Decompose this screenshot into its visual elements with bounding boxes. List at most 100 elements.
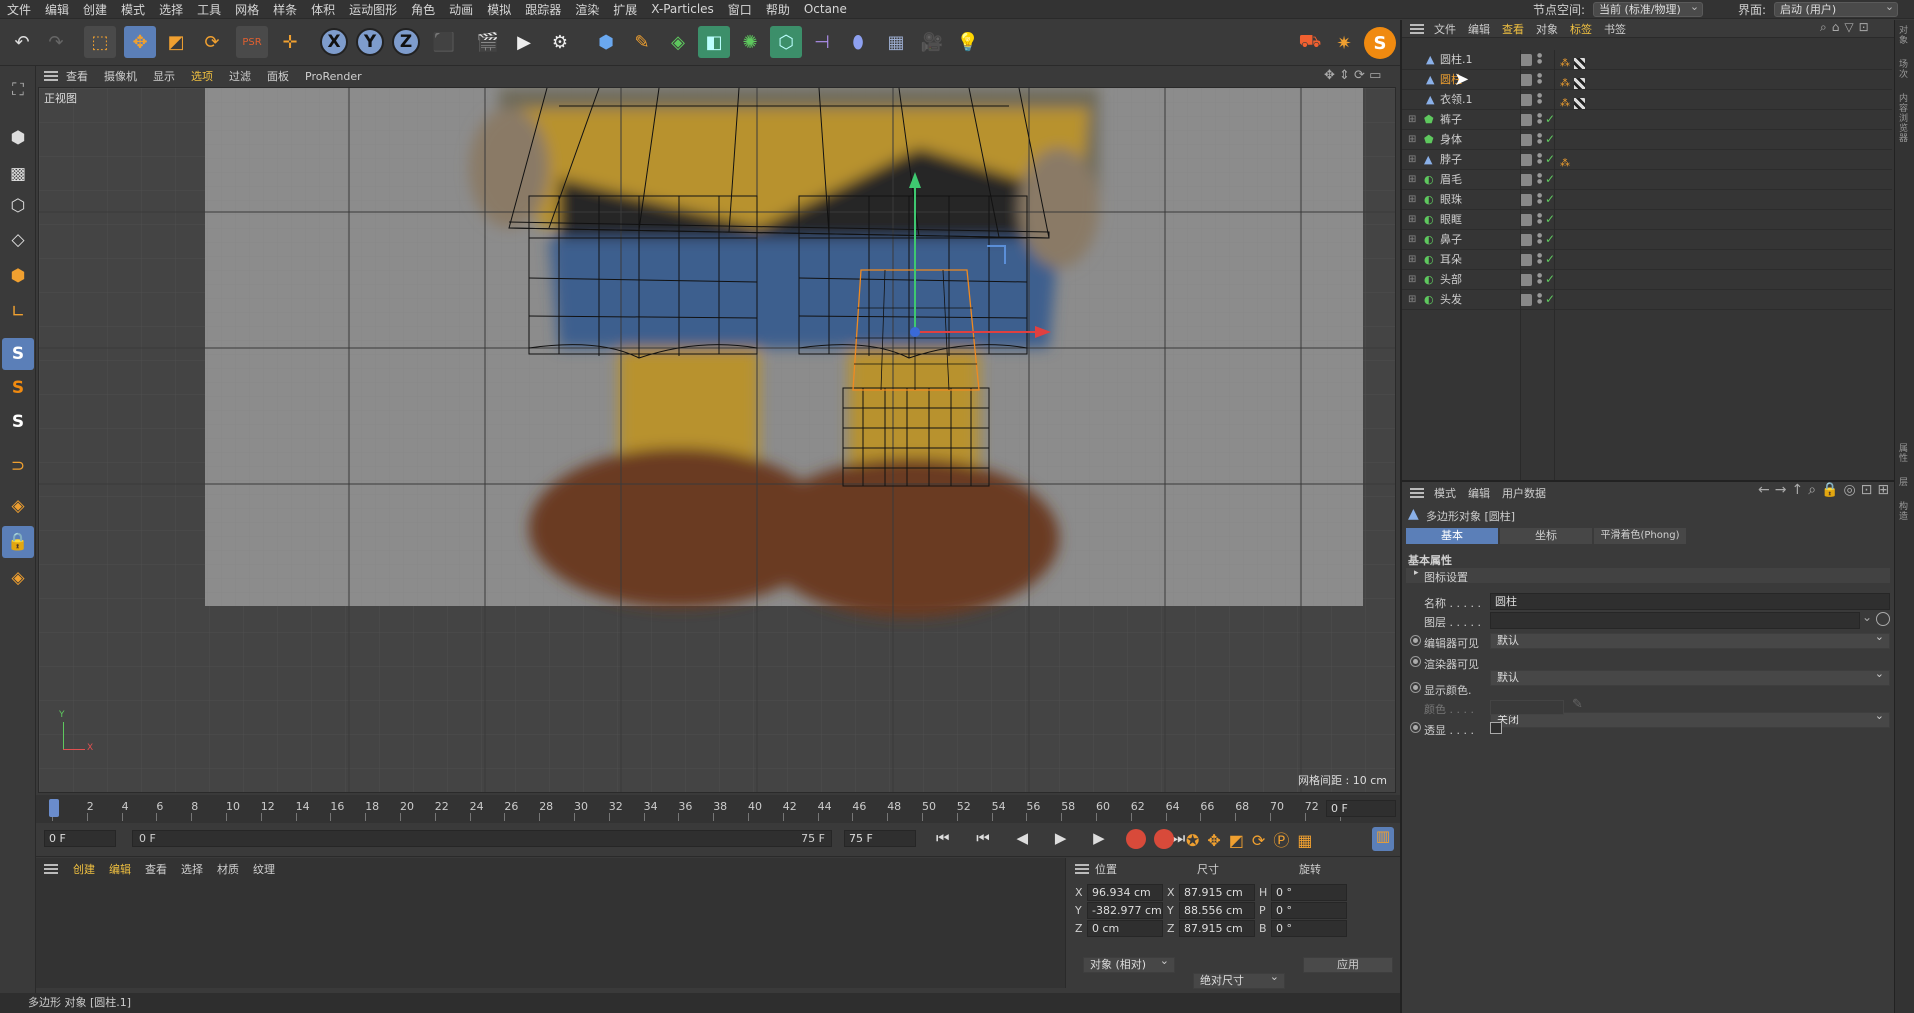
timeline-ruler[interactable]: 0246810121416182022242628303234363840424… [36,795,1400,823]
node-space-dropdown[interactable]: 当前 (标准/物理) [1593,0,1704,17]
visibility-dots-icon[interactable]: ● ● [1537,73,1543,87]
tab-basic[interactable]: 基本 [1406,528,1498,544]
rotation-field[interactable]: 0 ° [1271,920,1347,937]
workplane-icon[interactable]: ◈ [2,490,34,522]
layer-edit-icon[interactable] [1520,254,1532,266]
obj-menu-tags[interactable]: 标签 [1564,21,1598,37]
render-settings-icon[interactable]: ⚙ [544,26,576,58]
editor-visible-dropdown[interactable]: 默认 [1490,630,1890,649]
vp-menu-panel[interactable]: 面板 [259,68,297,84]
layout-dropdown[interactable]: 启动 (用户) [1774,0,1899,17]
vp-menu-prorender[interactable]: ProRender [297,70,370,83]
object-name[interactable]: 圆柱.1 [1440,50,1473,69]
end-frame-field[interactable]: 75 F [844,830,916,847]
object-row[interactable]: ⊞ ⬟ 身体 ● ● ✓ [1402,130,1892,150]
object-name[interactable]: 裤子 [1440,110,1462,129]
vp-menu-options[interactable]: 选项 [183,68,221,84]
position-field[interactable]: -382.977 cm [1087,902,1163,919]
vp-menu-camera[interactable]: 摄像机 [96,68,145,84]
menu-render[interactable]: 渲染 [568,1,606,18]
live-select-icon[interactable]: ⬚ [84,26,116,58]
start-frame-field[interactable]: 0 F [44,830,116,847]
deformer-icon[interactable]: ⊣ [806,26,838,58]
right-vertical-tab[interactable]: 层 [1899,478,1911,488]
object-name[interactable]: 头发 [1440,290,1462,309]
mograph-cloner-icon[interactable]: ✺ [734,26,766,58]
x-axis-lock-icon[interactable]: X [320,28,348,56]
object-name[interactable]: 头部 [1440,270,1462,289]
expand-toggle-icon[interactable]: ⊞ [1408,230,1416,249]
rotation-field[interactable]: 0 ° [1271,902,1347,919]
record-icon[interactable] [1126,829,1146,849]
undo-icon[interactable]: ↶ [6,26,38,58]
xray-anim-icon[interactable] [1410,722,1421,733]
object-row[interactable]: ⊞ ◐ 眼眶 ● ● ✓ [1402,210,1892,230]
frame-range-slider[interactable]: 0 F 75 F [132,830,832,847]
object-name[interactable]: 耳朵 [1440,250,1462,269]
polygons-mode-icon[interactable]: ⬢ [2,260,34,292]
y-axis-lock-icon[interactable]: Y [356,28,384,56]
object-name[interactable]: 衣领.1 [1440,90,1473,109]
z-axis-lock-icon[interactable]: Z [392,28,420,56]
array-icon[interactable]: ⬡ [770,26,802,58]
layer-edit-icon[interactable] [1520,134,1532,146]
visibility-dots-icon[interactable]: ● ● [1537,213,1543,227]
texture-tag-icon[interactable] [1573,57,1585,69]
keyframe-mode-icons[interactable]: ✪✥◩⟳Ⓟ▦ [1186,827,1320,851]
xray-checkbox[interactable] [1490,722,1502,734]
viewport-nav-icons[interactable]: ✥ ⇕ ⟳ ▭ [1324,68,1381,83]
lock-workplane-icon[interactable]: 🔒 [2,526,34,558]
eyedropper-icon[interactable]: ✎ [1572,697,1583,712]
object-name[interactable]: 眉毛 [1440,170,1462,189]
right-vertical-tab[interactable]: 属性 [1899,444,1911,464]
expand-toggle-icon[interactable]: ⊞ [1408,210,1416,229]
material-tag-icon[interactable]: ⁂ [1560,78,1570,89]
right-vertical-tab[interactable]: 构造 [1899,502,1911,522]
camera-icon[interactable]: 🎥 [916,26,948,58]
mat-menu-create[interactable]: 创建 [66,861,102,877]
color-swatch[interactable] [1490,700,1564,715]
visibility-dots-icon[interactable]: ● ● [1537,113,1543,127]
layer-edit-icon[interactable] [1520,234,1532,246]
object-row[interactable]: ⊞ ◐ 头发 ● ● ✓ [1402,290,1892,310]
tab-coordinates[interactable]: 坐标 [1500,528,1592,544]
object-row[interactable]: ⊞ ◐ 眉毛 ● ● ✓ [1402,170,1892,190]
menu-select[interactable]: 选择 [152,1,190,18]
mat-menu-texture[interactable]: 纹理 [246,861,282,877]
expand-toggle-icon[interactable]: ⊞ [1408,130,1416,149]
menu-help[interactable]: 帮助 [759,1,797,18]
layer-edit-icon[interactable] [1520,214,1532,226]
expand-toggle-icon[interactable]: ⊞ [1408,110,1416,129]
visibility-dots-icon[interactable]: ● ● [1537,233,1543,247]
model-mode-icon[interactable]: ⬢ [2,122,34,154]
light-icon[interactable]: 💡 [952,26,984,58]
object-name[interactable]: 眼眶 [1440,210,1462,229]
icon-settings-group[interactable]: ▸ 图标设置 [1406,568,1890,584]
layer-edit-icon[interactable] [1520,114,1532,126]
visibility-dots-icon[interactable]: ● ● [1537,133,1543,147]
octane-s-icon-2[interactable]: S [2,372,34,404]
edges-mode-icon[interactable]: ◇ [2,224,34,256]
viewport-menu-icon[interactable] [44,71,58,81]
layer-edit-icon[interactable] [1520,194,1532,206]
layer-edit-icon[interactable] [1520,54,1532,66]
object-row[interactable]: ▲ 圆柱.1 ● ● ⁂ [1402,50,1892,70]
vp-menu-filter[interactable]: 过滤 [221,68,259,84]
menu-xparticles[interactable]: X-Particles [644,2,721,16]
visibility-dots-icon[interactable]: ● ● [1537,273,1543,287]
right-vertical-tab[interactable]: 对象 [1899,26,1911,46]
menu-edit[interactable]: 编辑 [38,1,76,18]
viewport[interactable]: 正视图 网格间距 : 10 cm Y X [38,87,1396,793]
render-picture-viewer-icon[interactable]: ▶ [508,26,540,58]
menu-window[interactable]: 窗口 [721,1,759,18]
visibility-dots-icon[interactable]: ● ● [1537,253,1543,267]
transform-icon[interactable]: ✛ [274,26,306,58]
octane-s-icon[interactable]: S [1364,27,1396,59]
visibility-dots-icon[interactable]: ● ● [1537,193,1543,207]
object-row[interactable]: ⊞ ◐ 鼻子 ● ● ✓ [1402,230,1892,250]
menu-extensions[interactable]: 扩展 [606,1,644,18]
object-row[interactable]: ⊞ ⬟ 裤子 ● ● ✓ [1402,110,1892,130]
psr-icon[interactable]: PSR [236,26,268,58]
mat-menu-select[interactable]: 选择 [174,861,210,877]
obj-menu-view[interactable]: 查看 [1496,21,1530,37]
